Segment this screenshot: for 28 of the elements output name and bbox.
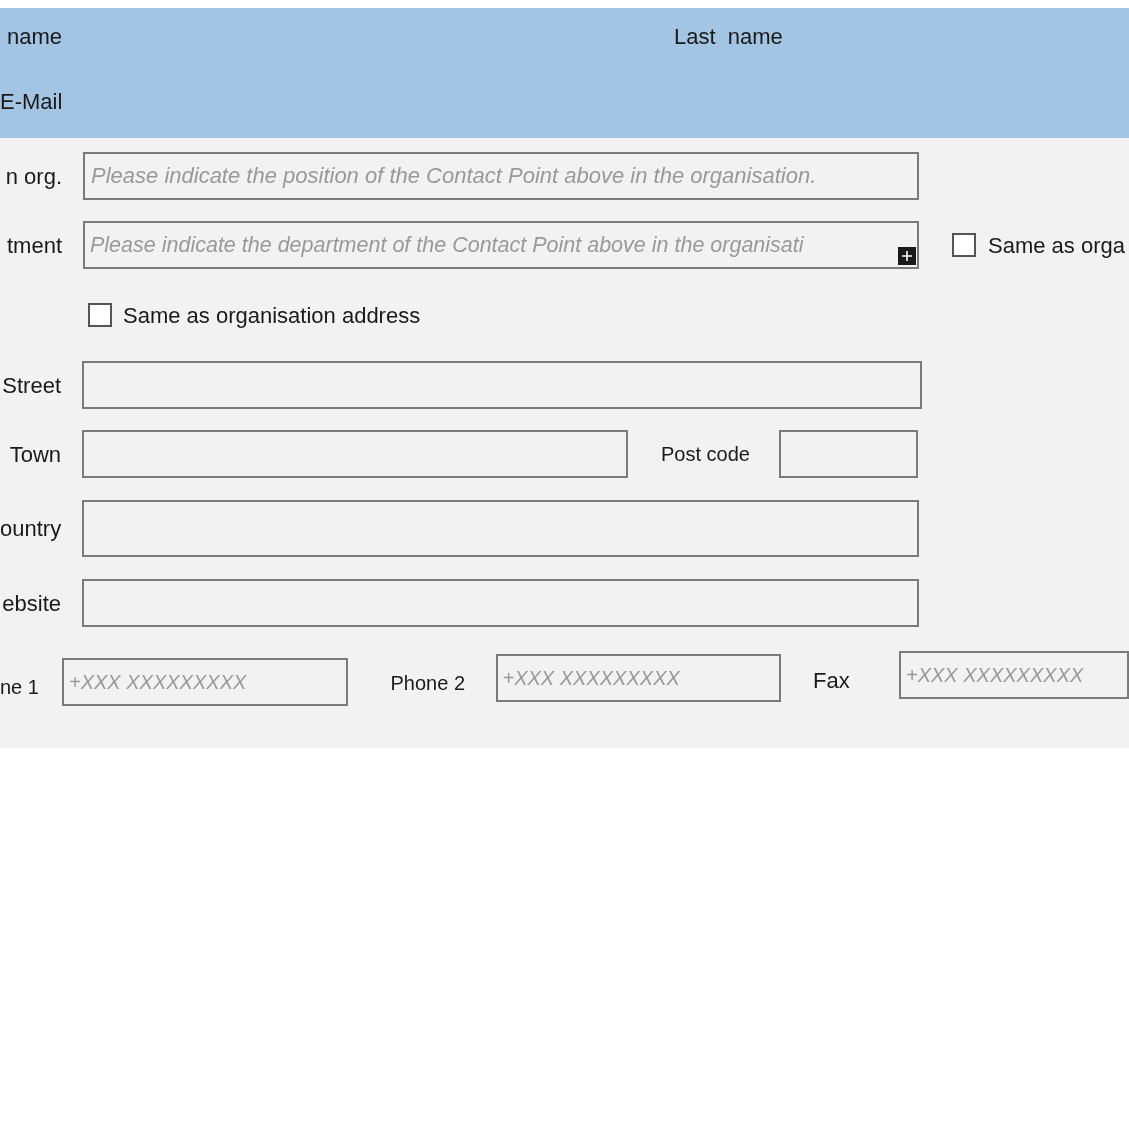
field-label: E-Mail	[0, 87, 63, 116]
field-label: tment	[5, 231, 63, 260]
field-label: ountry	[0, 515, 63, 543]
checkbox-label: Same as orga	[988, 231, 1125, 260]
field-label: Street	[1, 371, 62, 400]
field-label: Phone 2	[390, 671, 466, 696]
input-field[interactable]	[82, 361, 922, 409]
input-field[interactable]: Please indicate the position of the Contact Point above in the organisation.	[83, 152, 919, 200]
input-field[interactable]: +XXX XXXXXXXXX	[495, 654, 781, 702]
input-field[interactable]: +XXX XXXXXXXXX	[62, 658, 348, 706]
checkbox[interactable]	[88, 303, 112, 327]
field-label: Last name	[674, 22, 783, 51]
field-label: ne 1	[0, 675, 40, 700]
input-field[interactable]: Please indicate the department of the Contact Point above in the organisati	[83, 221, 919, 269]
plus-icon[interactable]	[898, 247, 916, 265]
input-field[interactable]	[82, 430, 628, 478]
field-label: n org.	[4, 162, 63, 191]
field-label: Fax	[813, 667, 851, 695]
input-field[interactable]	[82, 579, 919, 627]
field-label: Post code	[661, 442, 751, 467]
field-label: ebsite	[1, 589, 62, 618]
checkbox[interactable]	[952, 233, 976, 257]
field-label: Town	[8, 440, 62, 469]
input-field[interactable]	[82, 500, 919, 557]
input-field[interactable]: +XXX XXXXXXXXX	[899, 651, 1129, 699]
field-label: name	[6, 22, 64, 51]
checkbox-label: Same as organisation address	[123, 301, 421, 330]
input-field[interactable]	[779, 430, 918, 478]
